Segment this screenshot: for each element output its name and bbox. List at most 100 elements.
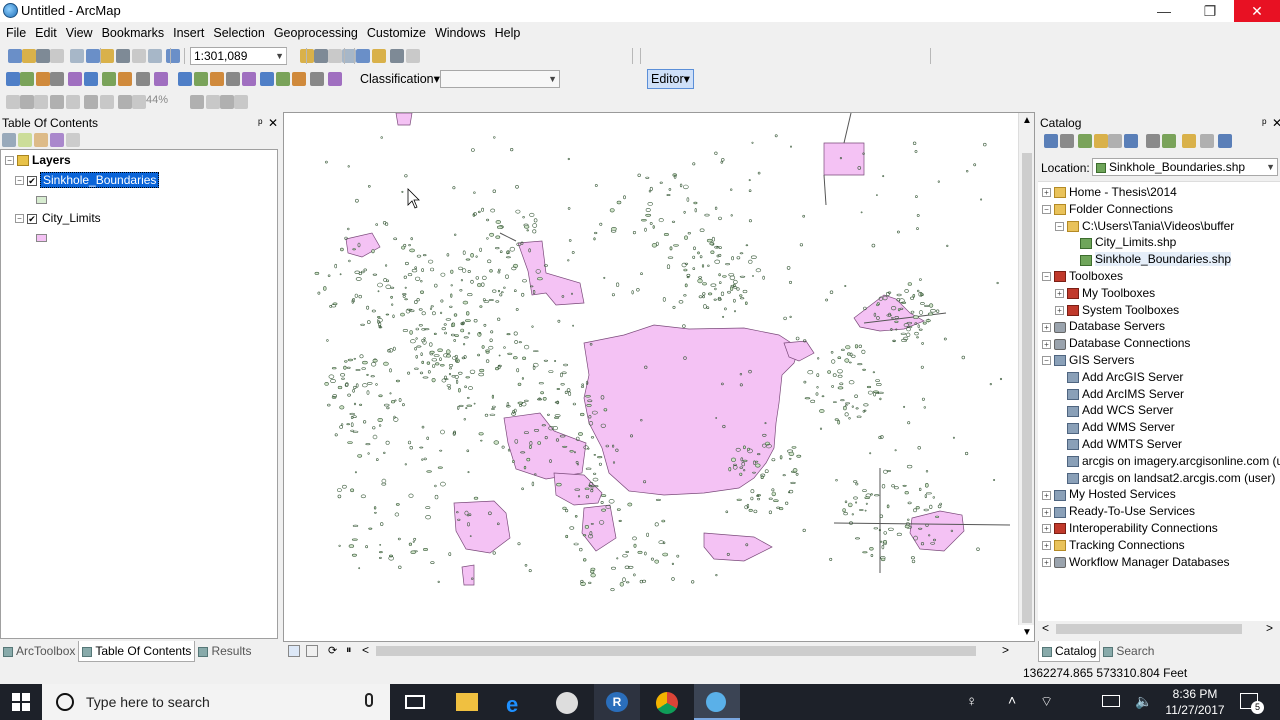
catalog-item[interactable]: Add WCS Server — [1055, 402, 1173, 418]
tb3-tool-6-icon[interactable] — [100, 95, 114, 109]
windows-start-icon[interactable] — [12, 693, 30, 711]
catalog-tool-8-icon[interactable] — [1182, 134, 1196, 148]
catalog-item[interactable]: − Folder Connections — [1042, 201, 1173, 217]
refresh-icon[interactable]: ⟳ — [328, 644, 337, 657]
tb2-tool-13-icon[interactable] — [226, 72, 240, 86]
tab-search[interactable]: Search — [1100, 641, 1157, 661]
menu-edit[interactable]: Edit — [31, 22, 61, 44]
r-app-tab[interactable]: R — [594, 684, 640, 720]
map-canvas[interactable] — [284, 113, 1018, 625]
expand-icon[interactable]: + — [1055, 305, 1064, 315]
expand-icon[interactable]: + — [1042, 322, 1051, 332]
tb2-tool-9-icon[interactable] — [154, 72, 168, 86]
catalog-tool-5-icon[interactable] — [1124, 134, 1138, 148]
clock[interactable]: 8:36 PM 11/27/2017 — [1160, 686, 1230, 718]
catalog-tool-7-icon[interactable] — [1162, 134, 1176, 148]
collapse-icon[interactable]: − — [15, 214, 24, 224]
map-view[interactable]: ▲ ▼ ⟳ ⏸ < > — [283, 112, 1035, 659]
city-limits-polygon[interactable] — [517, 240, 585, 306]
catalog-item[interactable]: Add ArcIMS Server — [1055, 386, 1184, 402]
catalog-item[interactable]: Add ArcGIS Server — [1055, 369, 1183, 385]
editor-menu-button[interactable]: Editor▾ — [647, 69, 694, 89]
tb1-tool-8-icon[interactable] — [132, 49, 146, 63]
collapse-icon[interactable]: − — [1042, 205, 1051, 215]
tb3-tool-1-icon[interactable] — [20, 95, 34, 109]
city-limits-polygon[interactable] — [461, 564, 475, 586]
expand-icon[interactable]: + — [1042, 490, 1051, 500]
battery-icon[interactable] — [1102, 695, 1120, 707]
pin-icon[interactable]: ᵖ — [258, 114, 263, 132]
h-scroll-thumb[interactable] — [376, 646, 976, 656]
scroll-up-icon[interactable]: ▲ — [1022, 115, 1032, 126]
city-limits-polygon[interactable] — [503, 412, 587, 480]
expand-icon[interactable]: + — [1042, 541, 1051, 551]
arcgis-app-icon[interactable] — [556, 692, 578, 714]
wifi-icon[interactable]: ⌔ — [1040, 693, 1053, 711]
chrome-icon[interactable] — [656, 692, 678, 714]
scroll-down-icon[interactable]: ▼ — [1022, 627, 1032, 638]
city-limits-polygon[interactable] — [823, 142, 865, 176]
tb1-tool-18-icon[interactable] — [406, 49, 420, 63]
toc-layer-row[interactable]: − ✔ City_Limits — [15, 210, 103, 226]
tb3-tool-11-icon[interactable] — [220, 95, 234, 109]
tb2-tool-10-icon[interactable] — [178, 72, 192, 86]
catalog-item[interactable]: + System Toolboxes — [1055, 302, 1179, 318]
tb2-tool-6-icon[interactable] — [102, 72, 116, 86]
tb3-tool-5-icon[interactable] — [84, 95, 98, 109]
catalog-item[interactable]: + Tracking Connections — [1042, 537, 1185, 553]
layer-symbol-swatch[interactable] — [36, 196, 47, 204]
edge-icon[interactable]: e — [506, 692, 518, 718]
menu-windows[interactable]: Windows — [431, 22, 490, 44]
vertical-scrollbar[interactable]: ▲ ▼ — [1018, 113, 1034, 638]
catalog-tool-1-icon[interactable] — [1060, 134, 1074, 148]
list-by-source-icon[interactable] — [18, 133, 32, 147]
visibility-checkbox[interactable]: ✔ — [27, 175, 37, 186]
data-view-icon[interactable] — [306, 645, 318, 657]
tb1-tool-2-icon[interactable] — [36, 49, 50, 63]
scroll-left-icon[interactable]: < — [362, 643, 369, 657]
tb3-tool-4-icon[interactable] — [66, 95, 80, 109]
tb3-tool-3-icon[interactable] — [50, 95, 64, 109]
tb2-tool-11-icon[interactable] — [194, 72, 208, 86]
tab-results[interactable]: Results — [195, 641, 254, 661]
expand-icon[interactable]: + — [1055, 289, 1064, 299]
tb1-tool-15-icon[interactable] — [356, 49, 370, 63]
close-icon[interactable]: ✕ — [1272, 114, 1280, 132]
catalog-tool-2-icon[interactable] — [1078, 134, 1092, 148]
catalog-item[interactable]: + My Toolboxes — [1055, 285, 1155, 301]
scroll-thumb[interactable] — [1022, 153, 1032, 623]
menu-view[interactable]: View — [62, 22, 97, 44]
tb1-tool-3-icon[interactable] — [50, 49, 64, 63]
list-by-selection-icon[interactable] — [50, 133, 64, 147]
scale-combo[interactable]: 1:301,089 ▼ — [190, 47, 287, 65]
tb2-tool-2-icon[interactable] — [36, 72, 50, 86]
tb2-tool-16-icon[interactable] — [276, 72, 290, 86]
collapse-icon[interactable]: − — [1042, 356, 1051, 366]
menu-bookmarks[interactable]: Bookmarks — [98, 22, 169, 44]
catalog-h-scrollbar[interactable]: < > — [1038, 621, 1280, 637]
catalog-item[interactable]: Sinkhole_Boundaries.shp — [1068, 251, 1232, 267]
close-icon[interactable]: ✕ — [268, 114, 278, 132]
tb2-tool-12-icon[interactable] — [210, 72, 224, 86]
h-scroll-thumb[interactable] — [1056, 624, 1242, 634]
list-by-drawing-order-icon[interactable] — [2, 133, 16, 147]
tb3-tool-2-icon[interactable] — [34, 95, 48, 109]
options-icon[interactable] — [66, 133, 80, 147]
restore-button[interactable]: ❐ — [1187, 0, 1233, 22]
menu-customize[interactable]: Customize — [363, 22, 430, 44]
tab-arctoolbox[interactable]: ArcToolbox — [0, 641, 78, 661]
tb1-tool-16-icon[interactable] — [372, 49, 386, 63]
tb1-tool-9-icon[interactable] — [148, 49, 162, 63]
pause-icon[interactable]: ⏸ — [346, 644, 352, 657]
tb2-tool-5-icon[interactable] — [84, 72, 98, 86]
tb1-tool-10-icon[interactable] — [166, 49, 180, 63]
catalog-tool-9-icon[interactable] — [1200, 134, 1214, 148]
layers-root[interactable]: − Layers — [5, 152, 71, 168]
menu-file[interactable]: File — [2, 22, 30, 44]
tb2-tool-8-icon[interactable] — [136, 72, 150, 86]
catalog-item[interactable]: + Interoperability Connections — [1042, 520, 1218, 536]
tb3-tool-9-icon[interactable] — [190, 95, 204, 109]
pin-icon[interactable]: ᵖ — [1262, 114, 1267, 132]
menu-geoprocessing[interactable]: Geoprocessing — [270, 22, 362, 44]
catalog-item[interactable]: + Database Connections — [1042, 335, 1190, 351]
